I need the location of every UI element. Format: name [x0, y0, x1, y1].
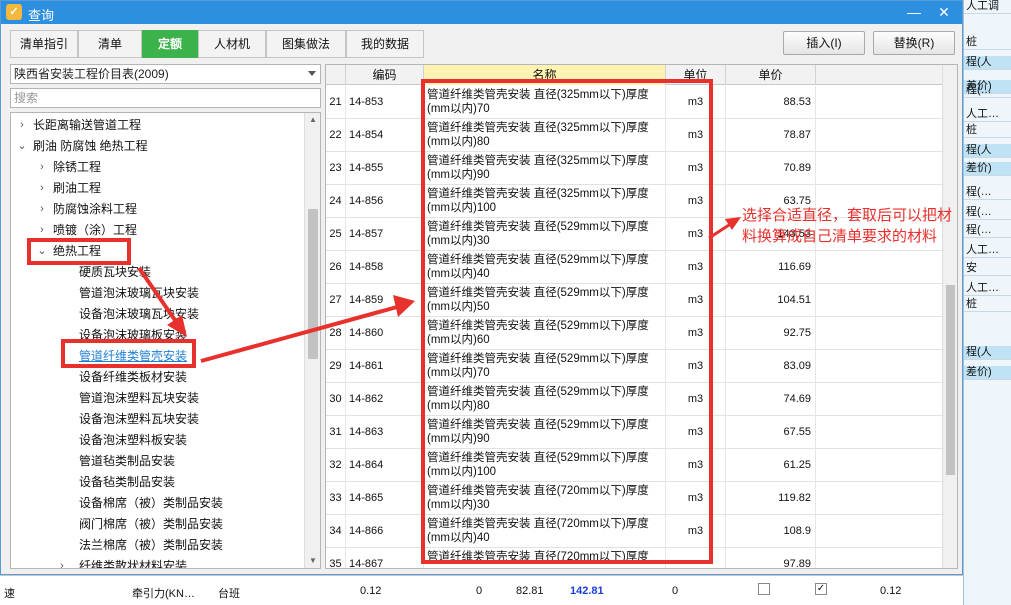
background-cell: 人工… — [964, 108, 1011, 122]
arrow-grid-to-note — [708, 223, 730, 240]
bottom-row-qty: 0.12 — [360, 585, 382, 597]
background-cell: 程(… — [964, 206, 1011, 220]
background-cell: 差价) — [964, 366, 1011, 380]
bottom-row-v3: 142.81 — [570, 585, 604, 597]
background-cell: 程(… — [964, 84, 1011, 98]
background-cell: 程(… — [964, 224, 1011, 238]
background-cell: 程(人 — [964, 346, 1011, 360]
bottom-row-checkbox-2[interactable]: ✓ — [815, 583, 827, 595]
background-cell: 差价) — [964, 162, 1011, 176]
bottom-row-label: 牵引力(KN… — [132, 588, 195, 600]
bottom-row-v2: 82.81 — [516, 585, 544, 597]
background-cell: 桩 — [964, 36, 1011, 50]
bottom-row-v4: 0 — [672, 585, 679, 597]
annotation-note: 选择合适直径，套取后可以把材料换算成自己清单要求的材料 — [742, 207, 953, 245]
arrow-node-to-grid — [200, 305, 398, 363]
background-cell: 人工… — [964, 282, 1011, 296]
arrow-head-1 — [167, 315, 187, 337]
background-cell: 程(人 — [964, 144, 1011, 158]
background-cell: 桩 — [964, 124, 1011, 138]
bottom-row-v1: 0 — [476, 585, 483, 597]
annotation-arrows — [137, 217, 741, 363]
bottom-row-unit: 台班 — [218, 588, 240, 600]
background-cell: 人工… — [964, 244, 1011, 258]
background-cell: 人工调 — [964, 0, 1011, 14]
background-app-bottom-row: 速 牵引力(KN… 台班 0.12 0 82.81 142.81 0 ✓ 0.1… — [0, 575, 963, 605]
background-cell: 程(人 — [964, 56, 1011, 70]
background-app-panel: 人工调桩程(人 差价) 程(… 人工… 桩程(人 差价) 程(… 程(… 程(… 人工… 安人工… 桩… — [963, 0, 1011, 605]
arrow-head-3 — [725, 217, 741, 230]
background-cell: 安 — [964, 262, 1011, 276]
query-dialog: ✓ 查询 — ✕ 清单指引 清单 定额 人材机 图集做法 我的数据 插入(I) … — [0, 0, 963, 575]
bottom-row-checkbox-1[interactable] — [758, 583, 770, 595]
background-cell: 程(… — [964, 186, 1011, 200]
arrow-head-2 — [393, 295, 415, 317]
bottom-row-v5: 0.12 — [880, 585, 902, 597]
background-cell: 桩 — [964, 298, 1011, 312]
bottom-row-marker: 速 — [4, 588, 15, 600]
arrow-tree-to-node — [137, 266, 179, 325]
